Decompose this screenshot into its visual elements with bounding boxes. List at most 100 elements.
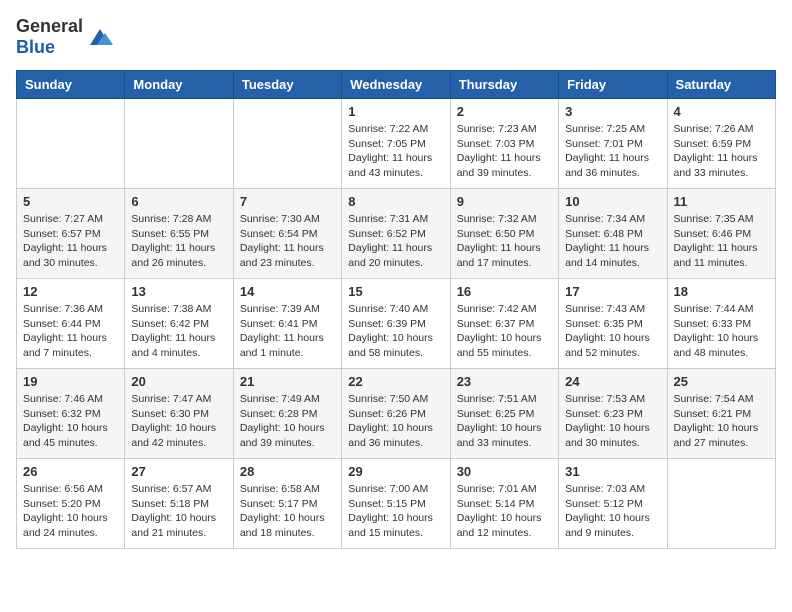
day-info: Sunrise: 7:23 AM Sunset: 7:03 PM Dayligh… [457, 122, 552, 181]
calendar-header-saturday: Saturday [667, 71, 775, 99]
day-info: Sunrise: 7:34 AM Sunset: 6:48 PM Dayligh… [565, 212, 660, 271]
day-number: 6 [131, 194, 226, 209]
day-number: 23 [457, 374, 552, 389]
day-number: 10 [565, 194, 660, 209]
calendar-cell: 9 Sunrise: 7:32 AM Sunset: 6:50 PM Daylig… [450, 189, 558, 279]
day-number: 16 [457, 284, 552, 299]
calendar-cell [17, 99, 125, 189]
logo: General Blue [16, 16, 115, 58]
day-number: 20 [131, 374, 226, 389]
day-number: 11 [674, 194, 769, 209]
day-info: Sunrise: 7:49 AM Sunset: 6:28 PM Dayligh… [240, 392, 335, 451]
day-number: 19 [23, 374, 118, 389]
day-info: Sunrise: 7:53 AM Sunset: 6:23 PM Dayligh… [565, 392, 660, 451]
day-info: Sunrise: 7:27 AM Sunset: 6:57 PM Dayligh… [23, 212, 118, 271]
calendar-header-friday: Friday [559, 71, 667, 99]
day-number: 17 [565, 284, 660, 299]
day-info: Sunrise: 7:43 AM Sunset: 6:35 PM Dayligh… [565, 302, 660, 361]
calendar-header-thursday: Thursday [450, 71, 558, 99]
calendar-cell: 31 Sunrise: 7:03 AM Sunset: 5:12 PM Dayli… [559, 459, 667, 549]
day-info: Sunrise: 7:40 AM Sunset: 6:39 PM Dayligh… [348, 302, 443, 361]
day-number: 18 [674, 284, 769, 299]
calendar-cell [667, 459, 775, 549]
day-number: 3 [565, 104, 660, 119]
logo-text: General Blue [16, 16, 83, 58]
calendar-cell: 20Sunrise: 7:47 AM Sunset: 6:30 PM Dayli… [125, 369, 233, 459]
day-number: 30 [457, 464, 552, 479]
day-info: Sunrise: 7:46 AM Sunset: 6:32 PM Dayligh… [23, 392, 118, 451]
day-number: 29 [348, 464, 443, 479]
day-info: Sunrise: 7:44 AM Sunset: 6:33 PM Dayligh… [674, 302, 769, 361]
calendar-cell: 23 Sunrise: 7:51 AM Sunset: 6:25 PM Dayli… [450, 369, 558, 459]
day-number: 21 [240, 374, 335, 389]
day-number: 7 [240, 194, 335, 209]
calendar-cell: 19 Sunrise: 7:46 AM Sunset: 6:32 PM Dayli… [17, 369, 125, 459]
day-info: Sunrise: 7:51 AM Sunset: 6:25 PM Dayligh… [457, 392, 552, 451]
day-number: 13 [131, 284, 226, 299]
calendar-cell: 18 Sunrise: 7:44 AM Sunset: 6:33 PM Dayli… [667, 279, 775, 369]
calendar-cell: 29 Sunrise: 7:00 AM Sunset: 5:15 PM Dayli… [342, 459, 450, 549]
calendar-cell [233, 99, 341, 189]
calendar-cell: 30 Sunrise: 7:01 AM Sunset: 5:14 PM Dayli… [450, 459, 558, 549]
day-number: 5 [23, 194, 118, 209]
day-info: Sunrise: 7:00 AM Sunset: 5:15 PM Dayligh… [348, 482, 443, 541]
day-number: 28 [240, 464, 335, 479]
logo-general: General [16, 16, 83, 36]
logo-blue: Blue [16, 37, 55, 57]
day-info: Sunrise: 7:03 AM Sunset: 5:12 PM Dayligh… [565, 482, 660, 541]
day-number: 27 [131, 464, 226, 479]
day-info: Sunrise: 6:56 AM Sunset: 5:20 PM Dayligh… [23, 482, 118, 541]
day-info: Sunrise: 7:26 AM Sunset: 6:59 PM Dayligh… [674, 122, 769, 181]
day-number: 2 [457, 104, 552, 119]
day-number: 9 [457, 194, 552, 209]
day-number: 22 [348, 374, 443, 389]
day-info: Sunrise: 7:22 AM Sunset: 7:05 PM Dayligh… [348, 122, 443, 181]
day-info: Sunrise: 6:58 AM Sunset: 5:17 PM Dayligh… [240, 482, 335, 541]
calendar-cell: 28 Sunrise: 6:58 AM Sunset: 5:17 PM Dayli… [233, 459, 341, 549]
day-info: Sunrise: 7:54 AM Sunset: 6:21 PM Dayligh… [674, 392, 769, 451]
day-number: 8 [348, 194, 443, 209]
calendar-week-1: 1Sunrise: 7:22 AM Sunset: 7:05 PM Daylig… [17, 99, 776, 189]
day-number: 14 [240, 284, 335, 299]
calendar-cell: 7Sunrise: 7:30 AM Sunset: 6:54 PM Daylig… [233, 189, 341, 279]
calendar-cell: 5 Sunrise: 7:27 AM Sunset: 6:57 PM Daylig… [17, 189, 125, 279]
calendar-cell: 21 Sunrise: 7:49 AM Sunset: 6:28 PM Dayli… [233, 369, 341, 459]
calendar-header-sunday: Sunday [17, 71, 125, 99]
calendar-cell: 6 Sunrise: 7:28 AM Sunset: 6:55 PM Daylig… [125, 189, 233, 279]
calendar-cell: 27 Sunrise: 6:57 AM Sunset: 5:18 PM Dayli… [125, 459, 233, 549]
calendar-week-5: 26 Sunrise: 6:56 AM Sunset: 5:20 PM Dayli… [17, 459, 776, 549]
calendar-cell: 16 Sunrise: 7:42 AM Sunset: 6:37 PM Dayli… [450, 279, 558, 369]
calendar-cell: 17 Sunrise: 7:43 AM Sunset: 6:35 PM Dayli… [559, 279, 667, 369]
day-info: Sunrise: 7:31 AM Sunset: 6:52 PM Dayligh… [348, 212, 443, 271]
day-info: Sunrise: 6:57 AM Sunset: 5:18 PM Dayligh… [131, 482, 226, 541]
day-number: 26 [23, 464, 118, 479]
day-number: 24 [565, 374, 660, 389]
day-info: Sunrise: 7:35 AM Sunset: 6:46 PM Dayligh… [674, 212, 769, 271]
day-info: Sunrise: 7:42 AM Sunset: 6:37 PM Dayligh… [457, 302, 552, 361]
calendar-header-monday: Monday [125, 71, 233, 99]
day-info: Sunrise: 7:28 AM Sunset: 6:55 PM Dayligh… [131, 212, 226, 271]
day-info: Sunrise: 7:32 AM Sunset: 6:50 PM Dayligh… [457, 212, 552, 271]
calendar-week-2: 5 Sunrise: 7:27 AM Sunset: 6:57 PM Daylig… [17, 189, 776, 279]
day-number: 15 [348, 284, 443, 299]
day-number: 25 [674, 374, 769, 389]
calendar-cell: 11 Sunrise: 7:35 AM Sunset: 6:46 PM Dayli… [667, 189, 775, 279]
calendar-cell: 26 Sunrise: 6:56 AM Sunset: 5:20 PM Dayli… [17, 459, 125, 549]
calendar-cell: 12Sunrise: 7:36 AM Sunset: 6:44 PM Dayli… [17, 279, 125, 369]
logo-icon [85, 25, 115, 49]
calendar-cell: 24 Sunrise: 7:53 AM Sunset: 6:23 PM Dayli… [559, 369, 667, 459]
calendar-cell: 13Sunrise: 7:38 AM Sunset: 6:42 PM Dayli… [125, 279, 233, 369]
calendar-cell: 3 Sunrise: 7:25 AM Sunset: 7:01 PM Daylig… [559, 99, 667, 189]
day-info: Sunrise: 7:25 AM Sunset: 7:01 PM Dayligh… [565, 122, 660, 181]
day-info: Sunrise: 7:36 AM Sunset: 6:44 PM Dayligh… [23, 302, 118, 361]
calendar-week-3: 12Sunrise: 7:36 AM Sunset: 6:44 PM Dayli… [17, 279, 776, 369]
day-info: Sunrise: 7:01 AM Sunset: 5:14 PM Dayligh… [457, 482, 552, 541]
calendar-header-tuesday: Tuesday [233, 71, 341, 99]
calendar-cell: 4Sunrise: 7:26 AM Sunset: 6:59 PM Daylig… [667, 99, 775, 189]
calendar-header-row: SundayMondayTuesdayWednesdayThursdayFrid… [17, 71, 776, 99]
calendar-week-4: 19 Sunrise: 7:46 AM Sunset: 6:32 PM Dayli… [17, 369, 776, 459]
day-number: 31 [565, 464, 660, 479]
calendar-cell: 10 Sunrise: 7:34 AM Sunset: 6:48 PM Dayli… [559, 189, 667, 279]
calendar-table: SundayMondayTuesdayWednesdayThursdayFrid… [16, 70, 776, 549]
calendar-cell: 22Sunrise: 7:50 AM Sunset: 6:26 PM Dayli… [342, 369, 450, 459]
